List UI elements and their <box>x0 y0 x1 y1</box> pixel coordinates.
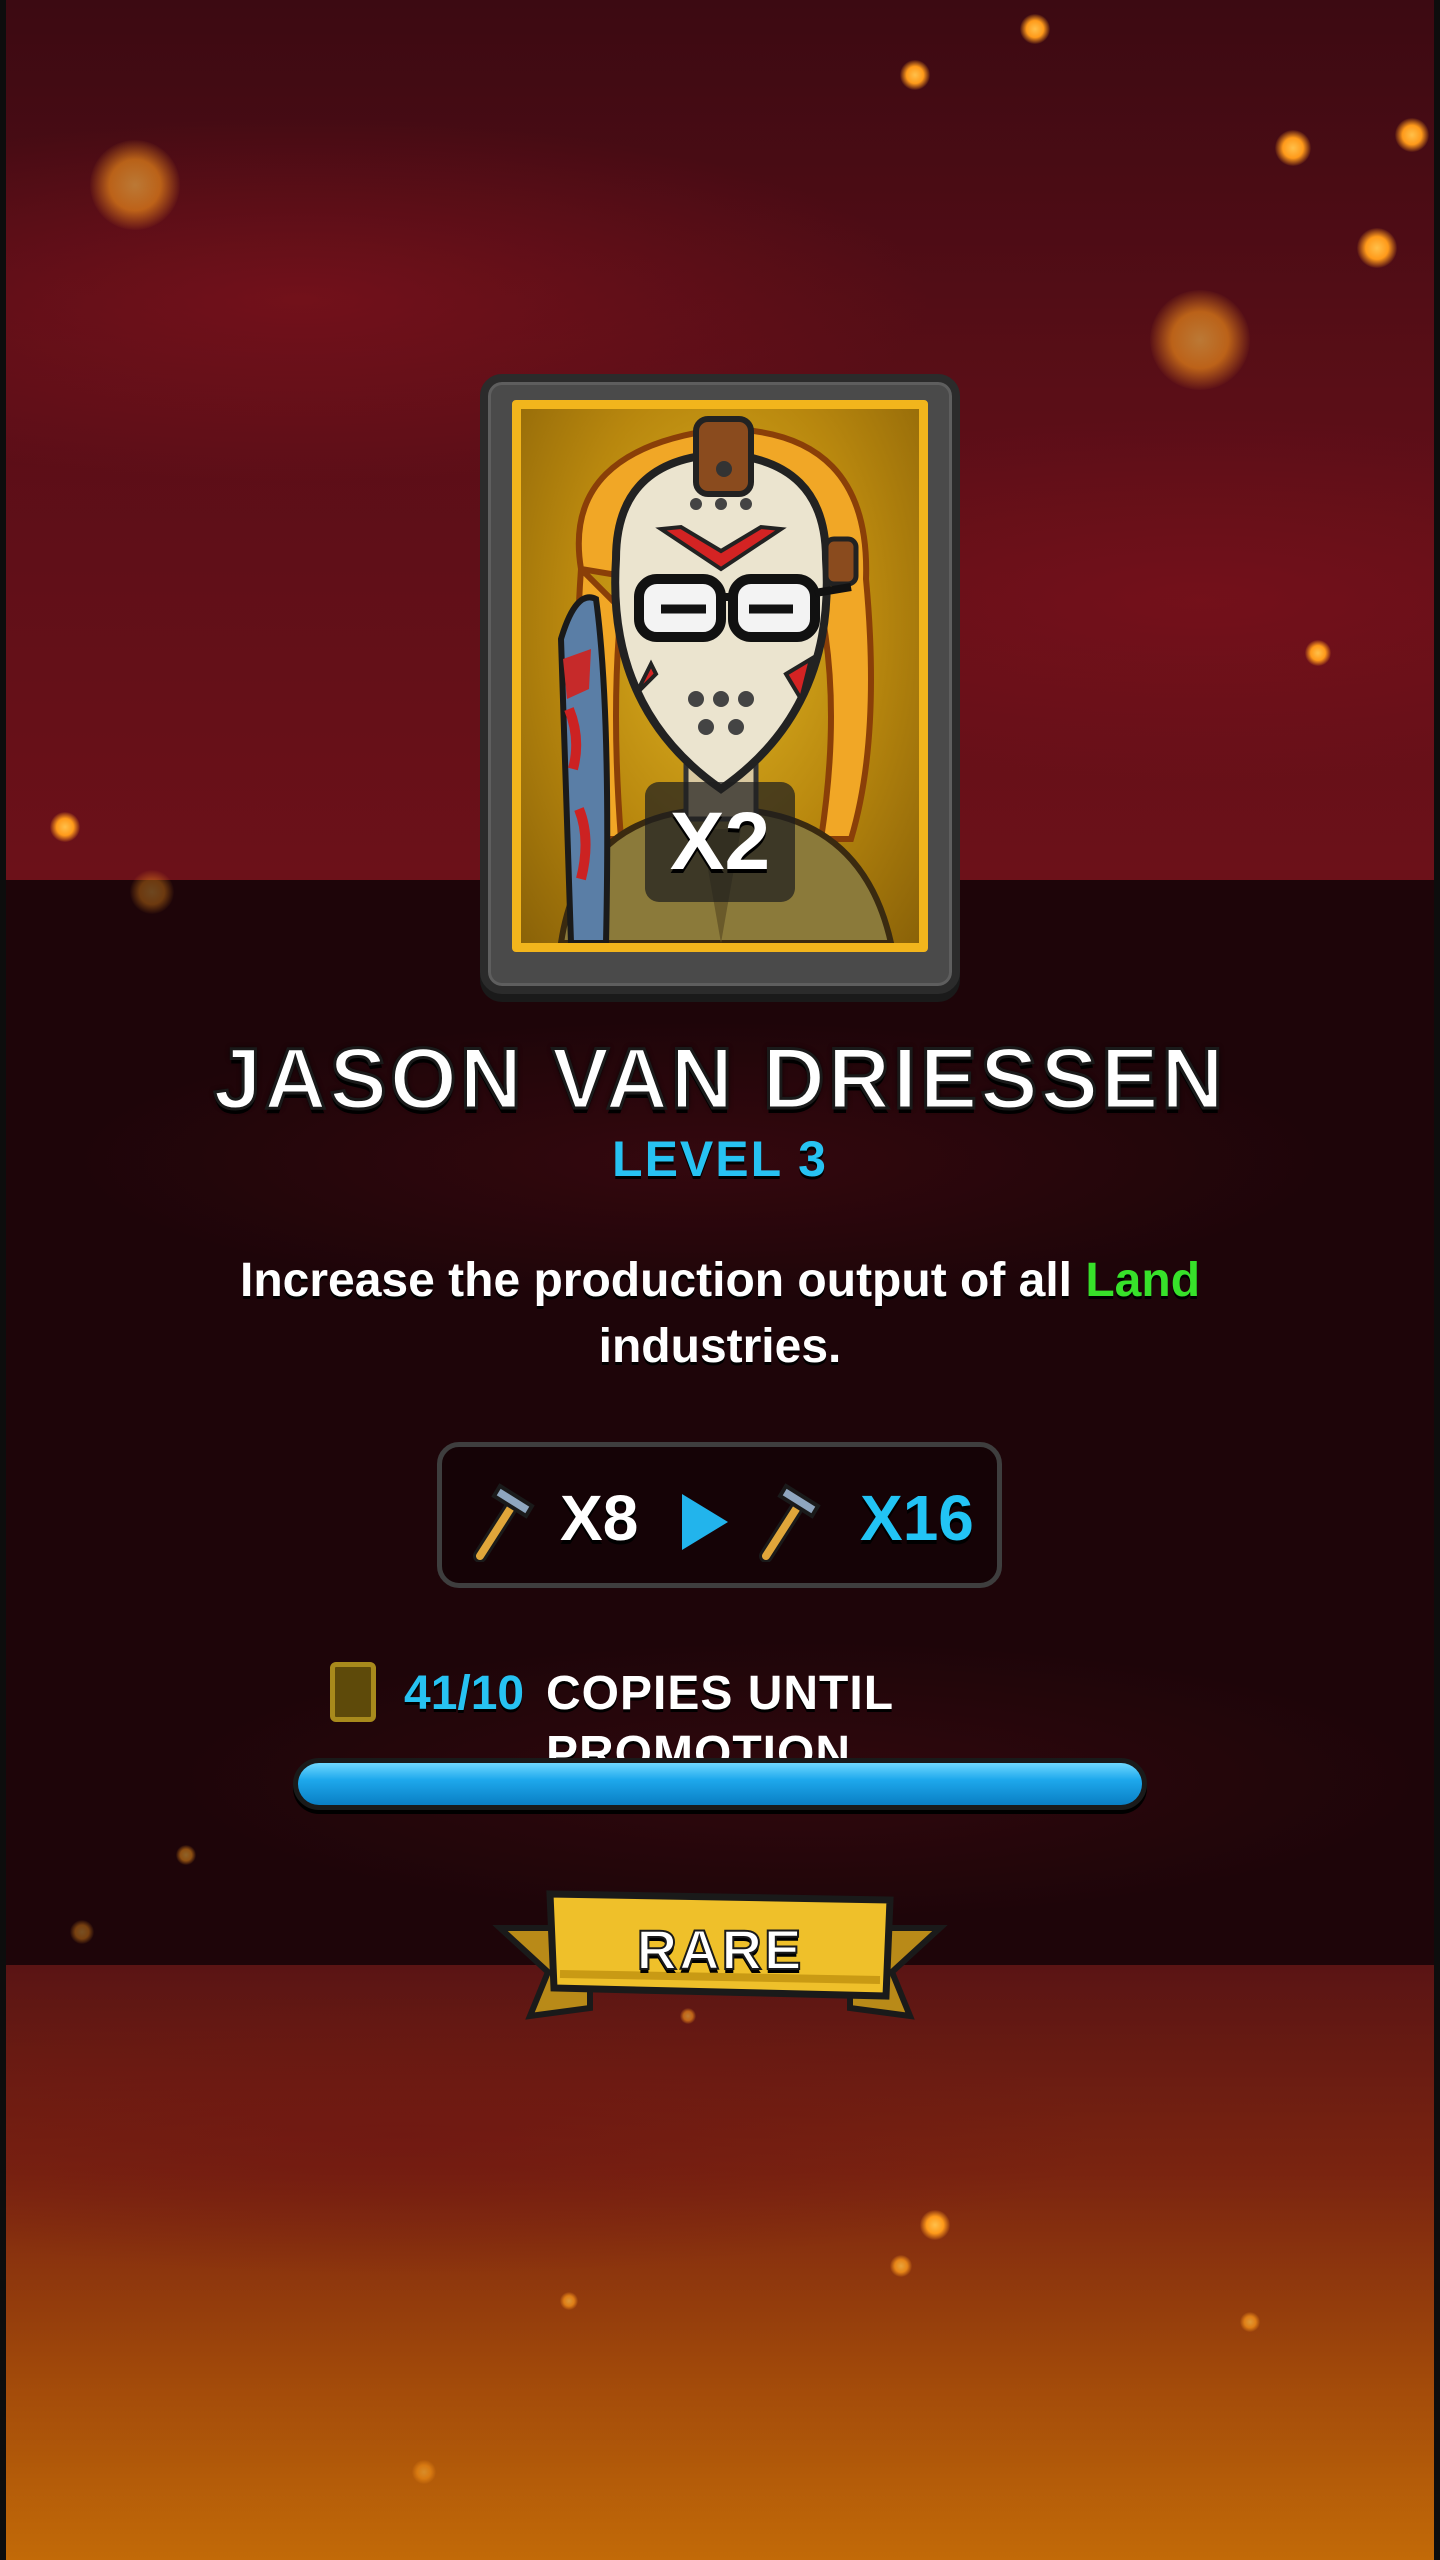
ember <box>920 2210 950 2240</box>
character-name: JASON VAN DRIESSEN <box>212 1030 1227 1129</box>
play-arrow-icon <box>682 1494 728 1550</box>
ember <box>1357 228 1397 268</box>
copies-until-promotion-label: COPIES UNTIL PROMOTION <box>546 1667 894 1780</box>
industry-highlight: Land <box>1085 1254 1201 1307</box>
ember <box>560 2292 578 2310</box>
ember <box>1150 290 1250 390</box>
card-count-badge: X2 <box>645 782 795 902</box>
level-label: LEVEL 3 <box>612 1131 828 1187</box>
ember <box>1305 640 1331 666</box>
card-icon <box>330 1662 376 1722</box>
stat-next-value: X16 <box>860 1482 974 1554</box>
ember <box>90 140 180 230</box>
ember <box>176 1845 196 1865</box>
background-bottom <box>0 1965 1440 2560</box>
description-text-end: industries. <box>598 1320 842 1373</box>
ember <box>412 2460 436 2484</box>
ember <box>50 812 80 842</box>
ember <box>890 2255 912 2277</box>
promotion-progress-fill <box>298 1763 1142 1805</box>
ember <box>1020 14 1050 44</box>
ember <box>900 60 930 90</box>
rarity-label: RARE <box>636 1917 804 1982</box>
promotion-progress-bar <box>293 1758 1147 1810</box>
hammer-icon <box>759 1483 821 1562</box>
screen-edge-left <box>0 0 6 2560</box>
ember <box>1275 130 1311 166</box>
ember <box>70 1920 94 1944</box>
description-text: Increase the production output of all <box>239 1254 1086 1307</box>
copies-count: 41/10 <box>404 1667 525 1720</box>
screen-edge-right <box>1434 0 1440 2560</box>
stat-current-value: X8 <box>560 1482 639 1554</box>
ember <box>1240 2312 1260 2332</box>
ember <box>1395 118 1429 152</box>
hammer-icon <box>473 1483 535 1562</box>
ability-description: Increase the production output of all La… <box>150 1248 1290 1380</box>
ember <box>130 870 174 914</box>
